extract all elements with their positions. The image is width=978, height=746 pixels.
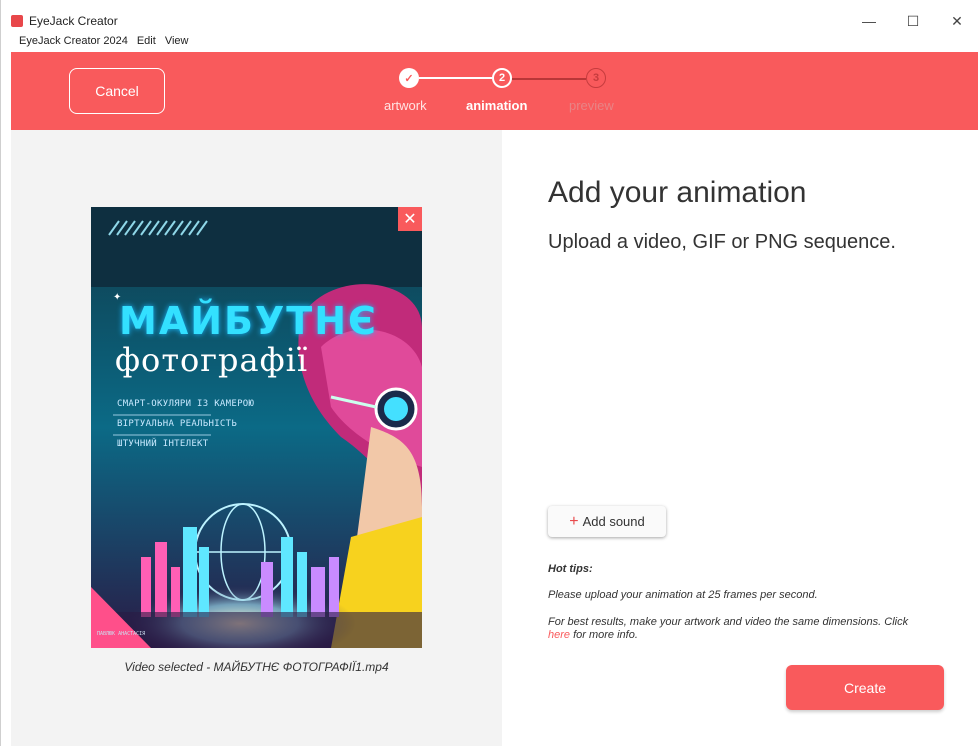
title-bar: EyeJack Creator — ☐ ✕	[11, 8, 978, 34]
step-label-artwork[interactable]: artwork	[384, 98, 427, 113]
more-info-link[interactable]: here	[548, 629, 570, 641]
poster-title-line2: фотографії	[115, 341, 309, 379]
window-controls: — ☐ ✕	[847, 8, 978, 34]
hot-tips-title: Hot tips:	[548, 563, 593, 575]
menu-item-app[interactable]: EyeJack Creator 2024	[19, 35, 128, 51]
wizard-header: Cancel ✓ 2 3 artwork animation preview	[11, 52, 978, 130]
close-window-button[interactable]: ✕	[935, 13, 978, 30]
poster-footer-text: ПАВЛЮК АНАСТАСІЯ	[97, 631, 146, 637]
menu-bar: EyeJack Creator 2024 Edit View	[19, 35, 188, 51]
poster-title-line1: МАЙБУТНЄ	[119, 299, 378, 343]
page-title: Add your animation	[548, 176, 807, 209]
tip-dimensions-text-end: for more info.	[570, 629, 638, 641]
animation-panel: Add your animation Upload a video, GIF o…	[502, 130, 978, 746]
eyejack-app-icon	[11, 15, 23, 27]
create-button[interactable]: Create	[786, 665, 944, 710]
video-selected-caption: Video selected - МАЙБУТНЄ ФОТОГРАФІЇ1.mp…	[124, 660, 389, 674]
add-sound-label: Add sound	[582, 514, 645, 529]
poster-subtitle-line: ВІРТУАЛЬНА РЕАЛЬНІСТЬ	[117, 419, 238, 429]
tip-frame-rate: Please upload your animation at 25 frame…	[548, 589, 818, 601]
tip-dimensions: For best results, make your artwork and …	[548, 616, 928, 642]
step-artwork-check-icon[interactable]: ✓	[399, 68, 419, 88]
tip-dimensions-text: For best results, make your artwork and …	[548, 616, 909, 628]
step-label-animation: animation	[466, 98, 528, 113]
step-connector	[512, 78, 586, 80]
poster-subtitle-line: СМАРТ-ОКУЛЯРИ ІЗ КАМЕРОЮ	[117, 399, 255, 409]
poster-subtitle-line: ШТУЧНИЙ ІНТЕЛЕКТ	[117, 439, 209, 449]
menu-item-edit[interactable]: Edit	[137, 35, 156, 51]
step-label-preview: preview	[569, 98, 614, 113]
step-indicator: ✓ 2 3 artwork animation preview	[384, 68, 641, 118]
page-subtitle: Upload a video, GIF or PNG sequence.	[548, 231, 896, 253]
step-preview-circle: 3	[586, 68, 606, 88]
maximize-button[interactable]: ☐	[891, 13, 935, 30]
app-window: EyeJack Creator — ☐ ✕ EyeJack Creator 20…	[0, 0, 978, 746]
step-animation-circle[interactable]: 2	[492, 68, 512, 88]
plus-icon: +	[569, 512, 579, 530]
add-sound-button[interactable]: + Add sound	[548, 506, 666, 537]
artwork-panel: ✦ ✕ МАЙБУТНЄ фотографії СМАРТ-ОКУЛЯРИ ІЗ…	[11, 130, 502, 746]
artwork-preview-image: ✦ ✕ МАЙБУТНЄ фотографії СМАРТ-ОКУЛЯРИ ІЗ…	[91, 207, 422, 648]
minimize-button[interactable]: —	[847, 13, 891, 29]
menu-item-view[interactable]: View	[165, 35, 189, 51]
cancel-button[interactable]: Cancel	[69, 68, 165, 114]
window-title: EyeJack Creator	[29, 14, 118, 28]
step-connector	[419, 77, 492, 79]
remove-artwork-close-icon[interactable]: ✕	[398, 207, 422, 231]
